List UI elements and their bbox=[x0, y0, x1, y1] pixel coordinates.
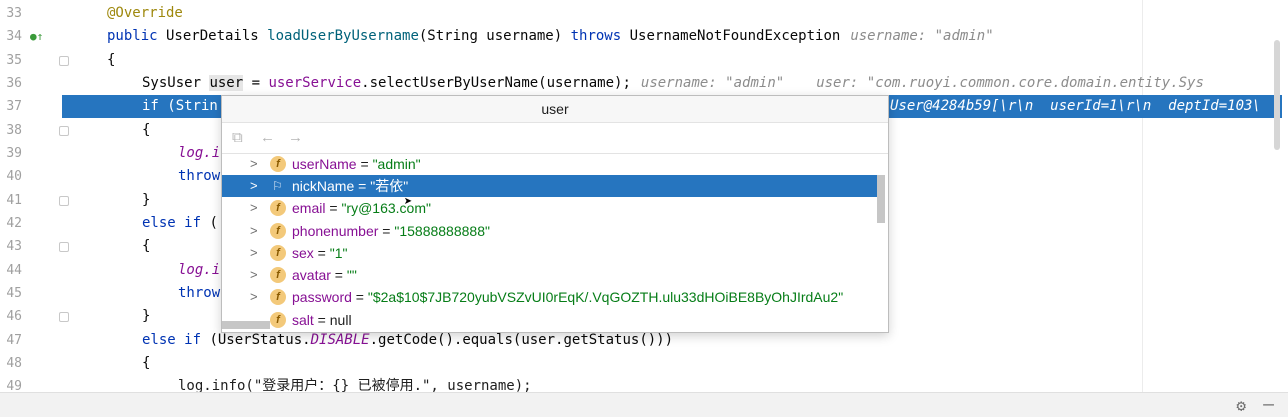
watch-flag-icon: ⚐ bbox=[272, 179, 283, 193]
fold-marker[interactable] bbox=[59, 242, 69, 252]
code-line: throw bbox=[178, 168, 221, 184]
line-number: 44 bbox=[6, 263, 22, 278]
field-icon: f bbox=[270, 223, 286, 239]
expand-arrow-icon[interactable]: > bbox=[250, 175, 258, 197]
code-line-current: if (Strin bbox=[142, 98, 218, 114]
forward-arrow-icon[interactable]: → bbox=[288, 129, 303, 146]
field-icon: f bbox=[270, 200, 286, 216]
field-tree: > f userName = "admin" > ⚐ nickName = "若… bbox=[222, 153, 877, 331]
override-marker-icon[interactable]: ●↑ bbox=[30, 30, 43, 43]
expand-arrow-icon[interactable]: > bbox=[250, 242, 258, 264]
code-line: log.i bbox=[178, 145, 221, 161]
line-number: 33 bbox=[6, 6, 22, 21]
code-line: public UserDetails loadUserByUsername(St… bbox=[107, 28, 994, 44]
code-line: log.i bbox=[178, 262, 221, 278]
code-line: throw bbox=[178, 285, 221, 301]
code-line: } bbox=[142, 192, 151, 208]
editor-scrollbar[interactable] bbox=[1274, 40, 1280, 150]
line-number: 34 bbox=[6, 29, 22, 44]
code-line: { bbox=[142, 122, 151, 138]
line-number: 38 bbox=[6, 123, 22, 138]
code-line: @Override bbox=[107, 5, 183, 21]
line-number: 40 bbox=[6, 169, 22, 184]
field-icon: f bbox=[270, 289, 286, 305]
line-number: 41 bbox=[6, 193, 22, 208]
field-icon: f bbox=[270, 267, 286, 283]
tree-row-selected[interactable]: > ⚐ nickName = "若依" bbox=[222, 175, 877, 198]
line-number: 45 bbox=[6, 286, 22, 301]
code-line: { bbox=[107, 52, 116, 68]
minimize-icon[interactable]: — bbox=[1263, 394, 1274, 415]
tree-row[interactable]: > f avatar = "" bbox=[222, 264, 877, 286]
inline-hint: User@4284b59[\r\n userId=1\r\n deptId=10… bbox=[890, 98, 1261, 114]
variable-inspector-popup[interactable]: user ⧉ ← → > f userName = "admin" > ⚐ ni… bbox=[221, 95, 889, 333]
popup-vertical-scrollbar[interactable] bbox=[877, 175, 885, 223]
bottom-bar: ⚙ — bbox=[0, 392, 1288, 417]
expand-arrow-icon[interactable]: > bbox=[250, 153, 258, 175]
code-line: SysUser user = userService.selectUserByU… bbox=[142, 75, 1204, 91]
expand-arrow-icon[interactable]: > bbox=[250, 220, 258, 242]
inline-hint: username: "admin" bbox=[850, 28, 994, 44]
tree-row[interactable]: > f phonenumber = "15888888888" bbox=[222, 220, 877, 242]
popup-toolbar: ⧉ ← → bbox=[222, 123, 888, 154]
line-number: 46 bbox=[6, 309, 22, 324]
copy-icon[interactable]: ⧉ bbox=[232, 129, 243, 146]
line-number: 47 bbox=[6, 333, 22, 348]
field-icon: f bbox=[270, 156, 286, 172]
field-icon: f bbox=[270, 245, 286, 261]
tree-row[interactable]: > f userName = "admin" bbox=[222, 153, 877, 175]
inline-hint: user: "com.ruoyi.common.core.domain.enti… bbox=[816, 75, 1204, 91]
gutter: 33 34 ●↑ 35 36 37 38 39 40 41 42 43 44 4… bbox=[0, 0, 70, 394]
tree-row[interactable]: > f password = "$2a$10$7JB720yubVSZvUI0r… bbox=[222, 286, 877, 308]
popup-title: user bbox=[222, 96, 888, 123]
fold-marker[interactable] bbox=[59, 312, 69, 322]
tree-row[interactable]: > f sex = "1" bbox=[222, 242, 877, 264]
expand-arrow-icon[interactable]: > bbox=[250, 264, 258, 286]
gear-icon[interactable]: ⚙ bbox=[1236, 396, 1246, 415]
line-number: 43 bbox=[6, 239, 22, 254]
inline-hint: username: "admin" bbox=[640, 75, 785, 91]
line-number: 48 bbox=[6, 356, 22, 371]
expand-arrow-icon[interactable]: > bbox=[250, 197, 258, 219]
expand-arrow-icon[interactable]: > bbox=[250, 286, 258, 308]
line-number: 37 bbox=[6, 99, 22, 114]
code-line: { bbox=[142, 238, 151, 254]
fold-marker[interactable] bbox=[59, 196, 69, 206]
line-number: 35 bbox=[6, 53, 22, 68]
mouse-cursor-icon: ➤ bbox=[404, 194, 413, 210]
code-line: else if ( bbox=[142, 215, 218, 231]
fold-marker[interactable] bbox=[59, 126, 69, 136]
code-line: } bbox=[142, 308, 151, 324]
back-arrow-icon[interactable]: ← bbox=[260, 129, 275, 146]
line-number: 39 bbox=[6, 146, 22, 161]
tree-row[interactable]: > f email = "ry@163.com" bbox=[222, 197, 877, 219]
popup-horizontal-scrollbar[interactable] bbox=[222, 321, 270, 329]
line-number: 36 bbox=[6, 76, 22, 91]
field-icon: f bbox=[270, 312, 286, 328]
fold-marker[interactable] bbox=[59, 56, 69, 66]
tree-row[interactable]: f salt = null bbox=[222, 309, 877, 331]
code-line: { bbox=[142, 355, 151, 371]
line-number: 42 bbox=[6, 216, 22, 231]
